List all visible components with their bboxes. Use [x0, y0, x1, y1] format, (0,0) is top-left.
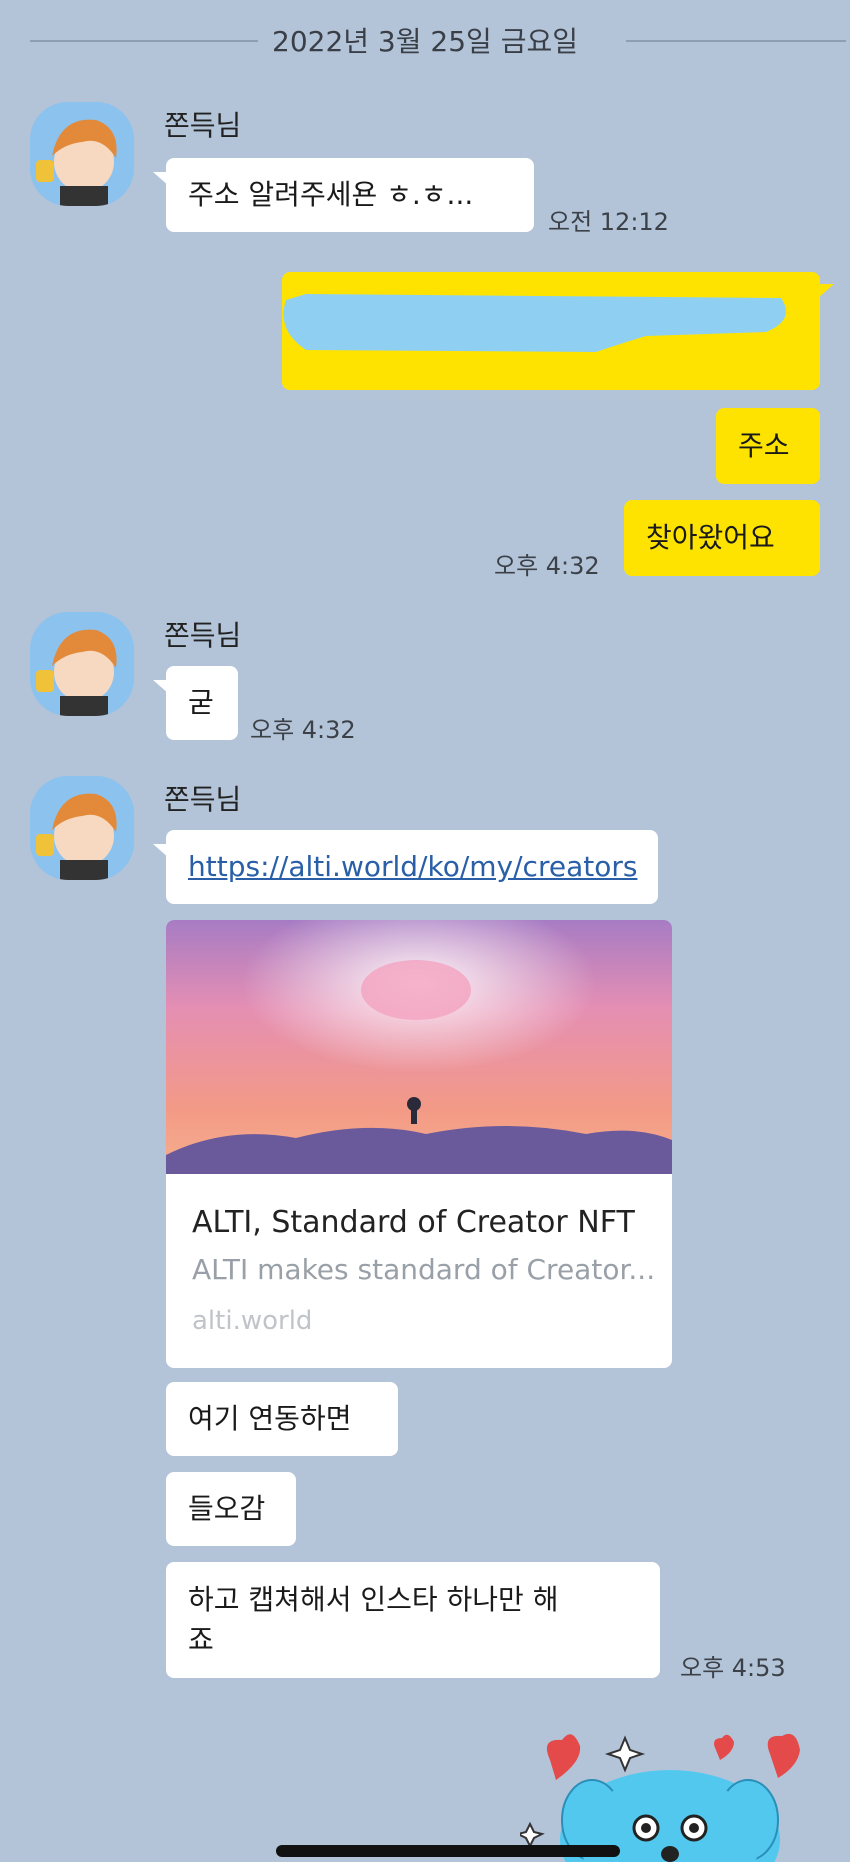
- heart-icon: [546, 1734, 581, 1780]
- message-bubble[interactable]: 들오감: [166, 1472, 296, 1546]
- message-bubble[interactable]: 여기 연동하면: [166, 1382, 398, 1456]
- message-text: 여기 연동하면: [188, 1402, 352, 1435]
- message-text: 굳: [188, 686, 214, 719]
- emoticon-sticker[interactable]: [520, 1720, 850, 1862]
- link-preview-description: ALTI makes standard of Creator...: [192, 1253, 656, 1286]
- heart-icon: [714, 1734, 734, 1760]
- message-text-line-1: 하고 캡쳐해서 인스타 하나만 해: [188, 1583, 559, 1616]
- message-time: 오후 4:32: [494, 552, 600, 580]
- message-text: 주소 알려주세욘 ㅎ.ㅎ...: [188, 178, 474, 211]
- sender-avatar[interactable]: [30, 776, 134, 880]
- message-time: 오전 12:12: [548, 208, 669, 236]
- message-text: 주소: [738, 429, 790, 462]
- link-preview-card[interactable]: ALTI, Standard of Creator NFT ALTI makes…: [166, 920, 672, 1368]
- message-text: 찾아왔어요: [646, 521, 775, 554]
- message-text: 들오감: [188, 1492, 266, 1525]
- sender-avatar[interactable]: [30, 102, 134, 206]
- avatar-character-icon: [30, 102, 134, 206]
- message-time: 오후 4:53: [680, 1654, 786, 1682]
- sender-avatar[interactable]: [30, 612, 134, 716]
- message-bubble[interactable]: 하고 캡쳐해서 인스타 하나만 해 죠: [166, 1562, 660, 1678]
- link-preview-title: ALTI, Standard of Creator NFT: [192, 1205, 635, 1240]
- my-message-bubble[interactable]: 찾아왔어요: [624, 500, 820, 576]
- link-preview-image: [166, 920, 672, 1174]
- message-bubble[interactable]: 주소 알려주세욘 ㅎ.ㅎ...: [153, 158, 534, 232]
- sparkle-icon: [520, 1821, 545, 1849]
- my-message-bubble-redacted[interactable]: [282, 272, 834, 390]
- sender-name: 쫀득님: [164, 619, 242, 652]
- link-message-bubble[interactable]: https://alti.world/ko/my/creators: [153, 830, 658, 904]
- date-divider: 2022년 3월 25일 금요일: [0, 20, 850, 60]
- message-text-line-2: 죠: [188, 1623, 214, 1656]
- message-bubble[interactable]: 굳: [153, 666, 238, 740]
- heart-icon: [767, 1733, 800, 1778]
- home-indicator[interactable]: [276, 1845, 620, 1857]
- sender-name: 쫀득님: [164, 109, 242, 142]
- link-preview-domain: alti.world: [192, 1306, 313, 1336]
- avatar-character-icon: [30, 612, 134, 716]
- avatar-character-icon: [30, 776, 134, 880]
- message-time: 오후 4:32: [250, 716, 356, 744]
- my-message-bubble[interactable]: 주소: [716, 408, 820, 484]
- sender-name: 쫀득님: [164, 783, 242, 816]
- redaction-scribble: [283, 294, 786, 352]
- sparkle-icon: [604, 1735, 646, 1773]
- message-link[interactable]: https://alti.world/ko/my/creators: [188, 847, 637, 887]
